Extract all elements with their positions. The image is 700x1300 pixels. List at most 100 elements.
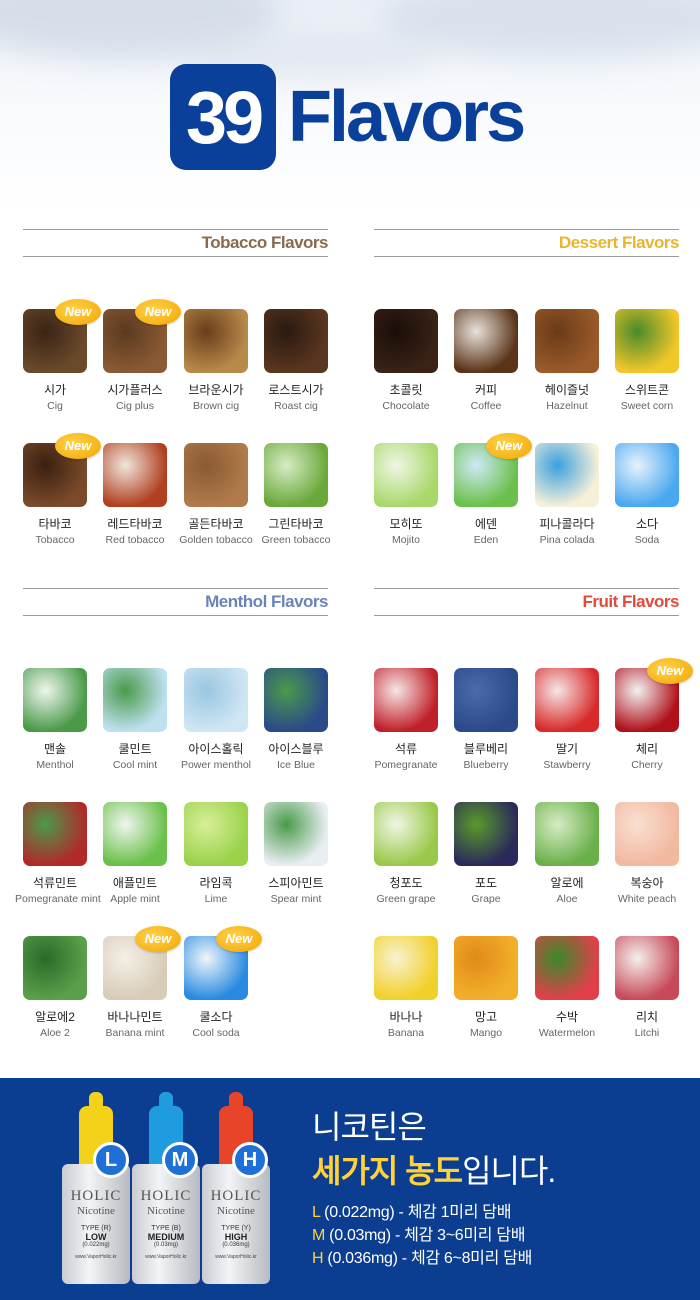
flavor-image	[615, 443, 679, 507]
flavor-item[interactable]: 아이스블루 Ice Blue	[256, 668, 336, 772]
flavor-image-fill	[23, 936, 87, 1000]
flavor-item[interactable]: 커피 Coffee	[446, 309, 526, 413]
flavor-item[interactable]: 복숭아 White peach	[607, 802, 687, 906]
flavor-item[interactable]: 알로에2 Aloe 2	[15, 936, 95, 1040]
flavor-image: New	[23, 433, 101, 507]
flavor-name-en: Watermelon	[538, 1027, 596, 1039]
bottle-brand: HOLIC	[140, 1188, 192, 1204]
flavor-name-en: Chocolate	[382, 400, 430, 412]
flavor-name-ko: 에덴	[474, 517, 498, 531]
flavor-item[interactable]: 망고 Mango	[446, 936, 526, 1040]
flavor-item[interactable]: New 타바코 Tobacco	[15, 433, 101, 547]
flavor-image	[23, 668, 87, 732]
bottle-brand: HOLIC	[70, 1188, 122, 1204]
flavor-item[interactable]: 스위트콘 Sweet corn	[607, 309, 687, 413]
flavor-image	[374, 802, 438, 866]
flavor-item[interactable]: 브라운시가 Brown cig	[176, 309, 256, 413]
flavor-item[interactable]: 골든타바코 Golden tobacco	[176, 443, 256, 547]
bottle-type: TYPE (Y)	[221, 1225, 251, 1232]
flavor-image	[454, 936, 518, 1000]
flavor-image	[103, 443, 167, 507]
flavor-image-fill	[184, 668, 248, 732]
flavor-item[interactable]: 청포도 Green grape	[366, 802, 446, 906]
new-badge: New	[135, 926, 181, 952]
bottle-sub: Nicotine	[147, 1205, 185, 1217]
flavor-name-ko: 초콜릿	[389, 383, 423, 397]
flavor-item[interactable]: 석류민트 Pomegranate mint	[15, 802, 101, 906]
flavor-item[interactable]: 모히또 Mojito	[366, 443, 446, 547]
flavor-item[interactable]: 애플민트 Apple mint	[95, 802, 175, 906]
flavor-image-fill	[184, 443, 248, 507]
flavor-name-ko: 딸기	[555, 742, 579, 756]
flavor-name-en: Green grape	[376, 893, 436, 905]
flavor-image	[374, 309, 438, 373]
flavor-image	[615, 802, 679, 866]
flavor-image-fill	[535, 443, 599, 507]
spec-text: (0.036mg) - 체감 6~8미리 담배	[323, 1250, 533, 1267]
flavor-item[interactable]: 블루베리 Blueberry	[446, 668, 526, 772]
flavor-item[interactable]: 바나나 Banana	[366, 936, 446, 1040]
flavor-item[interactable]: 소다 Soda	[607, 443, 687, 547]
flavor-image	[184, 668, 248, 732]
flavor-name-en: Eden	[473, 534, 499, 546]
flavor-image: New	[23, 299, 101, 373]
flavor-item[interactable]: 헤이즐넛 Hazelnut	[527, 309, 607, 413]
flavor-item[interactable]: New 에덴 Eden	[446, 433, 532, 547]
dessert-flavors-section: Dessert Flavors 초콜릿 Chocolate 커피 Coffee 헤이즐넛…	[374, 229, 680, 546]
flavor-name-ko: 석류민트	[32, 876, 78, 890]
flavor-item[interactable]: 스피아민트 Spear mint	[256, 802, 336, 906]
flavor-item[interactable]: 피나콜라다 Pina colada	[527, 443, 607, 547]
flavor-name-ko: 모히또	[389, 517, 423, 531]
flavor-image-fill	[23, 668, 87, 732]
flavor-image	[374, 443, 438, 507]
bottle-label: HOLIC Nicotine TYPE (Y) HIGH (0.036mg) w…	[202, 1164, 270, 1284]
flavor-name-ko: 브라운시가	[188, 383, 244, 397]
flavor-item[interactable]: 그린타바코 Green tobacco	[256, 443, 336, 547]
bottle-mg: (0.036mg)	[222, 1242, 250, 1248]
flavor-item[interactable]: 레드타바코 Red tobacco	[95, 443, 175, 547]
flavor-name-en: Hazelnut	[546, 400, 588, 412]
flavor-count-badge: 39	[170, 64, 276, 170]
flavor-image	[535, 443, 599, 507]
flavor-item[interactable]: New 쿨소다 Cool soda	[176, 926, 262, 1040]
flavor-image	[23, 936, 87, 1000]
flavor-item[interactable]: New 시가 Cig	[15, 299, 101, 413]
flavor-name-ko: 라임콕	[199, 876, 233, 890]
flavor-image	[615, 936, 679, 1000]
flavor-image: New	[103, 299, 181, 373]
flavor-item[interactable]: New 체리 Cherry	[607, 658, 693, 772]
flavor-item[interactable]: 쿨민트 Cool mint	[95, 668, 175, 772]
flavor-item[interactable]: 맨솔 Menthol	[15, 668, 95, 772]
flavor-image: New	[615, 658, 693, 732]
flavor-image	[264, 443, 328, 507]
section-title: Menthol Flavors	[23, 588, 329, 616]
flavor-item[interactable]: New 바나나민트 Banana mint	[95, 926, 181, 1040]
flavor-item[interactable]: 초콜릿 Chocolate	[366, 309, 446, 413]
flavor-item[interactable]: New 시가플러스 Cig plus	[95, 299, 181, 413]
flavor-name-ko: 바나나	[389, 1010, 423, 1024]
flavor-item[interactable]: 석류 Pomegranate	[366, 668, 446, 772]
flavor-name-en: Coffee	[470, 400, 502, 412]
flavor-item[interactable]: 리치 Litchi	[607, 936, 687, 1040]
flavor-name-en: Cherry	[631, 759, 663, 771]
flavor-image-fill	[184, 309, 248, 373]
flavor-image	[184, 309, 248, 373]
flavor-name-ko: 복숭아	[630, 876, 664, 890]
flavor-image	[264, 309, 328, 373]
flavor-name-ko: 커피	[474, 383, 498, 397]
flavor-image-fill	[454, 936, 518, 1000]
bottle-type: TYPE (B)	[151, 1225, 181, 1232]
flavor-item[interactable]: 포도 Grape	[446, 802, 526, 906]
flavor-name-en: Cig	[47, 400, 63, 412]
flavor-name-en: Pina colada	[539, 534, 595, 546]
flavor-item[interactable]: 라임콕 Lime	[176, 802, 256, 906]
flavor-item[interactable]: 딸기 Stawberry	[527, 668, 607, 772]
flavor-name-en: Brown cig	[192, 400, 240, 412]
flavor-item[interactable]: 로스트시가 Roast cig	[256, 309, 336, 413]
flavor-item[interactable]: 수박 Watermelon	[527, 936, 607, 1040]
flavor-image	[184, 443, 248, 507]
flavor-name-en: Ice Blue	[277, 759, 315, 771]
flavor-item[interactable]: 아이스홀릭 Power menthol	[176, 668, 256, 772]
flavor-image-fill	[454, 309, 518, 373]
flavor-item[interactable]: 알로에 Aloe	[527, 802, 607, 906]
